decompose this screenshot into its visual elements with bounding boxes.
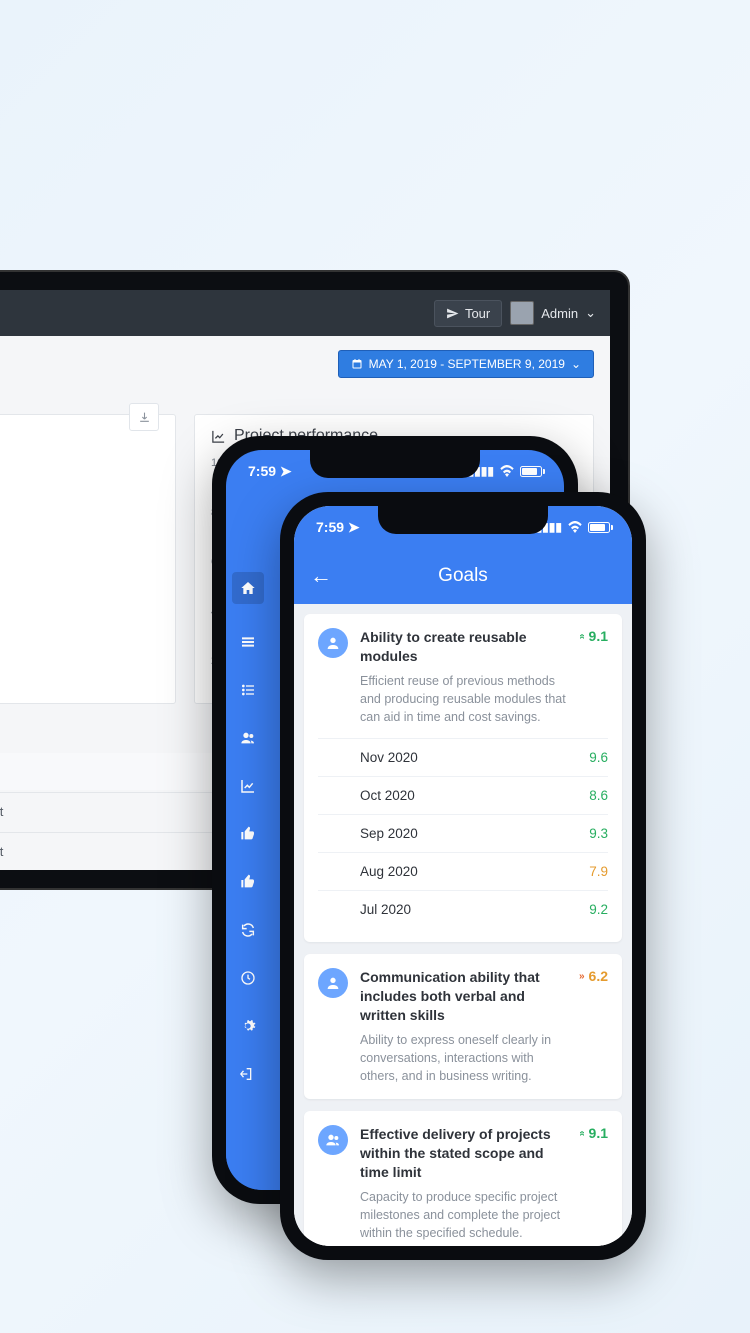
nav-clock-icon[interactable] (238, 968, 258, 988)
month-value: 8.6 (589, 788, 608, 803)
month-label: Aug 2020 (360, 864, 418, 879)
goal-score: » 6.2 (579, 968, 608, 984)
person-icon (318, 628, 348, 658)
score-value: 9.1 (589, 628, 608, 644)
month-label: Oct 2020 (360, 788, 415, 803)
back-button[interactable]: ← (310, 563, 332, 589)
month-value: 7.9 (589, 864, 608, 879)
date-range-picker[interactable]: MAY 1, 2019 - SEPTEMBER 9, 2019 ⌄ (338, 350, 594, 378)
chevron-down-icon: ⌄ (571, 357, 581, 371)
calendar-icon (351, 358, 363, 370)
chevron-down-icon: ⌄ (585, 305, 596, 321)
goal-score: » 9.1 (579, 1125, 608, 1141)
goal-score: » 9.1 (579, 628, 608, 644)
app-header: ← Goals (294, 548, 632, 604)
admin-menu[interactable]: Admin ⌄ (510, 301, 596, 325)
status-time: 7:59 (248, 463, 276, 479)
score-value: 9.1 (589, 1125, 608, 1141)
month-label: Nov 2020 (360, 750, 418, 765)
nav-thumbs-up-icon[interactable] (238, 824, 258, 844)
chart-icon (211, 429, 226, 444)
month-row[interactable]: Nov 2020 9.6 (318, 739, 608, 777)
nav-logout-icon[interactable] (238, 1064, 258, 1084)
month-row[interactable]: Oct 2020 8.6 (318, 777, 608, 815)
date-range-label: MAY 1, 2019 - SEPTEMBER 9, 2019 (369, 357, 565, 371)
month-value: 9.2 (589, 902, 608, 917)
month-label: Sep 2020 (360, 826, 418, 841)
battery-icon (520, 466, 542, 477)
month-row[interactable]: Aug 2020 7.9 (318, 853, 608, 891)
month-value: 9.6 (589, 750, 608, 765)
notch (310, 450, 480, 478)
location-icon: ➤ (348, 519, 360, 535)
page-title: Goals (438, 565, 488, 587)
wifi-icon (499, 465, 515, 477)
month-list: Nov 2020 9.6 Oct 2020 8.6 Sep 2020 9.3 Aug 202… (318, 738, 608, 928)
goal-card[interactable]: Effective delivery of projects within th… (304, 1111, 622, 1246)
phone-front-screen: 7:59 ➤ ▮▮▮▮ ← Goals Ability to create re… (294, 506, 632, 1246)
goal-desc: Efficient reuse of previous methods and … (360, 672, 567, 726)
phone-front-frame: 7:59 ➤ ▮▮▮▮ ← Goals Ability to create re… (280, 492, 646, 1260)
nav-chart-icon[interactable] (238, 776, 258, 796)
month-value: 9.3 (589, 826, 608, 841)
nav-home-icon[interactable] (232, 572, 264, 604)
download-button[interactable] (129, 403, 159, 431)
trend-icon: » (579, 631, 585, 642)
person-icon (318, 1125, 348, 1155)
nav-list-icon[interactable] (238, 632, 258, 652)
laptop-topbar: Tour Admin ⌄ (0, 290, 610, 336)
goal-card[interactable]: Ability to create reusable modules Effici… (304, 614, 622, 942)
nav-thumbs-up-solid-icon[interactable] (238, 872, 258, 892)
location-icon: ➤ (280, 463, 292, 479)
nav-users-icon[interactable] (238, 728, 258, 748)
tour-label: Tour (465, 306, 490, 321)
wifi-icon (567, 521, 583, 533)
goal-title: Ability to create reusable modules (360, 628, 567, 666)
tour-button[interactable]: Tour (434, 300, 502, 327)
notch (378, 506, 548, 534)
panel-left: Jul (0, 414, 176, 704)
trend-icon: » (579, 1128, 585, 1139)
plane-icon (446, 307, 459, 320)
trend-icon: » (579, 971, 585, 982)
admin-label: Admin (541, 306, 578, 321)
month-row[interactable]: Sep 2020 9.3 (318, 815, 608, 853)
score-value: 6.2 (589, 968, 608, 984)
month-label: Jul 2020 (360, 902, 411, 917)
goal-desc: Capacity to produce specific project mil… (360, 1188, 567, 1242)
goal-title: Communication ability that includes both… (360, 968, 567, 1025)
goal-desc: Ability to express oneself clearly in co… (360, 1031, 567, 1085)
status-time: 7:59 (316, 519, 344, 535)
month-row[interactable]: Jul 2020 9.2 (318, 891, 608, 928)
goal-card[interactable]: Communication ability that includes both… (304, 954, 622, 1099)
person-icon (318, 968, 348, 998)
battery-icon (588, 522, 610, 533)
nav-settings-icon[interactable] (238, 1016, 258, 1036)
avatar (510, 301, 534, 325)
goals-list: Ability to create reusable modules Effici… (294, 604, 632, 1246)
sidebar-rail (226, 492, 270, 1190)
nav-bullets-icon[interactable] (238, 680, 258, 700)
goal-title: Effective delivery of projects within th… (360, 1125, 567, 1182)
nav-refresh-icon[interactable] (238, 920, 258, 940)
